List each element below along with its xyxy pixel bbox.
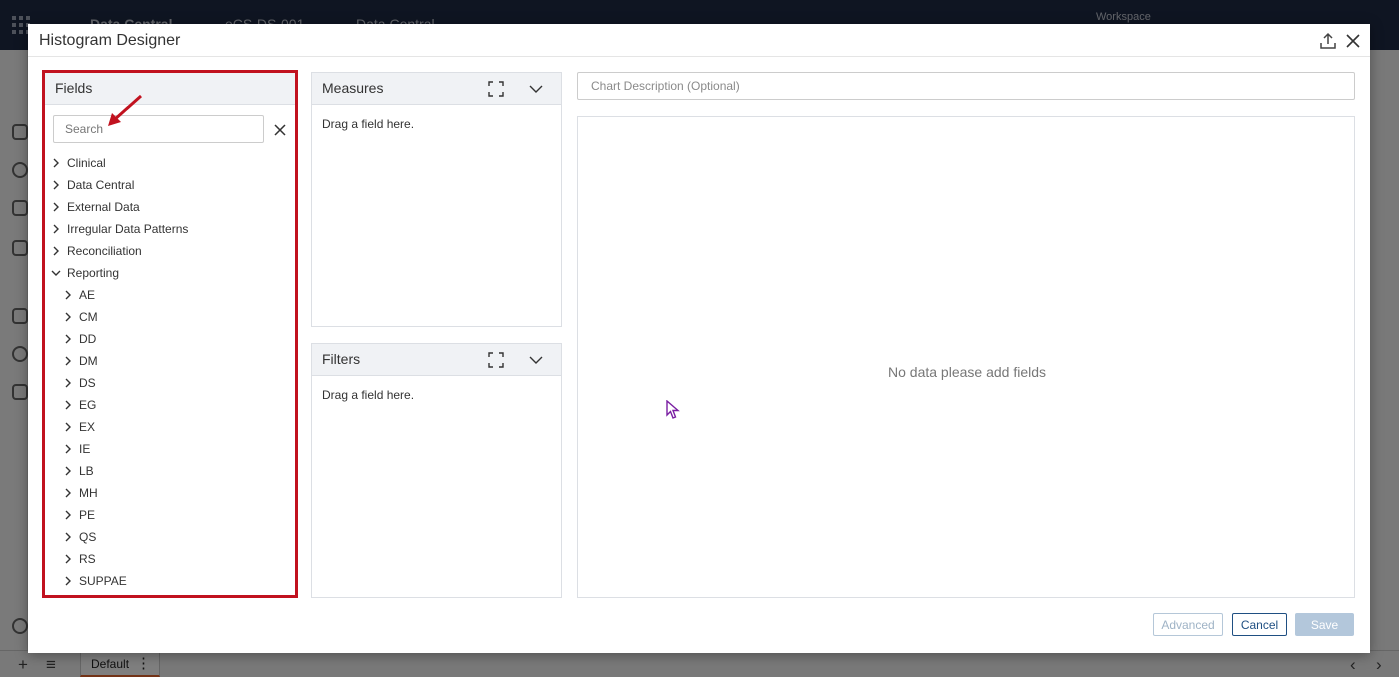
measures-title: Measures xyxy=(322,80,384,96)
filters-drop-hint: Drag a field here. xyxy=(322,388,415,402)
chart-preview-area: No data please add fields xyxy=(577,116,1355,598)
fields-title: Fields xyxy=(45,73,295,105)
tree-item-dd[interactable]: DD xyxy=(45,328,295,350)
expand-icon[interactable] xyxy=(488,352,504,368)
chevron-right-icon xyxy=(53,180,59,190)
chevron-right-icon xyxy=(65,356,71,366)
chevron-right-icon xyxy=(65,290,71,300)
chevron-down-icon xyxy=(51,270,61,276)
tree-item-data-central[interactable]: Data Central xyxy=(45,174,295,196)
tree-item-ae[interactable]: AE xyxy=(45,284,295,306)
chart-description-field xyxy=(577,72,1355,100)
tree-item-label: Reporting xyxy=(67,266,120,280)
chevron-right-icon xyxy=(53,158,59,168)
tree-item-external-data[interactable]: External Data xyxy=(45,196,295,218)
tree-item-label: QS xyxy=(79,530,97,544)
chart-description-input[interactable] xyxy=(578,73,1354,99)
chevron-right-icon xyxy=(65,378,71,388)
red-arrow-icon xyxy=(108,94,142,126)
save-button[interactable]: Save xyxy=(1295,613,1354,636)
chevron-right-icon xyxy=(65,488,71,498)
chevron-right-icon xyxy=(65,554,71,564)
tree-item-cm[interactable]: CM xyxy=(45,306,295,328)
chevron-right-icon xyxy=(65,576,71,586)
tree-item-label: DD xyxy=(79,332,97,346)
close-icon xyxy=(1346,34,1360,48)
tree-item-reconciliation[interactable]: Reconciliation xyxy=(45,240,295,262)
chevron-right-icon xyxy=(53,224,59,234)
chevron-down-icon[interactable] xyxy=(528,81,544,97)
tree-item-clinical[interactable]: Clinical xyxy=(45,152,295,174)
tree-item-reporting[interactable]: Reporting xyxy=(45,262,295,284)
fields-tree: Clinical Data Central External Data Irre… xyxy=(45,152,295,592)
histogram-designer-modal: Histogram Designer Fields Clinical xyxy=(28,24,1370,653)
tree-item-label: MH xyxy=(79,486,98,500)
chevron-down-icon[interactable] xyxy=(528,352,544,368)
chevron-right-icon xyxy=(53,202,59,212)
modal-header: Histogram Designer xyxy=(28,24,1370,57)
clear-search-icon[interactable] xyxy=(273,123,287,137)
advanced-button[interactable]: Advanced xyxy=(1153,613,1223,636)
tree-item-dm[interactable]: DM xyxy=(45,350,295,372)
tree-item-label: AE xyxy=(79,288,96,302)
chevron-right-icon xyxy=(65,422,71,432)
modal-title: Histogram Designer xyxy=(39,32,181,49)
filters-panel[interactable]: Filters Drag a field here. xyxy=(311,343,562,598)
tree-item-irregular-data-patterns[interactable]: Irregular Data Patterns xyxy=(45,218,295,240)
mouse-cursor-icon xyxy=(666,400,680,419)
measures-header: Measures xyxy=(312,73,561,105)
measures-panel[interactable]: Measures Drag a field here. xyxy=(311,72,562,327)
tree-item-rs[interactable]: RS xyxy=(45,548,295,570)
tree-item-mh[interactable]: MH xyxy=(45,482,295,504)
filters-header: Filters xyxy=(312,344,561,376)
export-button[interactable] xyxy=(1317,30,1339,52)
cancel-button[interactable]: Cancel xyxy=(1232,613,1287,636)
no-data-message: No data please add fields xyxy=(888,364,1046,380)
tree-item-label: SUPPAE xyxy=(79,574,127,588)
chevron-right-icon xyxy=(65,400,71,410)
tree-item-label: Reconciliation xyxy=(67,244,142,258)
tree-item-label: IE xyxy=(79,442,91,456)
tree-item-ie[interactable]: IE xyxy=(45,438,295,460)
chevron-right-icon xyxy=(65,466,71,476)
chevron-right-icon xyxy=(65,444,71,454)
tree-item-pe[interactable]: PE xyxy=(45,504,295,526)
tree-item-label: Data Central xyxy=(67,178,135,192)
close-button[interactable] xyxy=(1342,30,1364,52)
chevron-right-icon xyxy=(65,334,71,344)
chevron-right-icon xyxy=(65,312,71,322)
tree-item-lb[interactable]: LB xyxy=(45,460,295,482)
measures-drop-hint: Drag a field here. xyxy=(322,117,415,131)
tree-item-label: External Data xyxy=(67,200,140,214)
tree-item-label: DS xyxy=(79,376,96,390)
chevron-right-icon xyxy=(53,246,59,256)
tree-item-label: EG xyxy=(79,398,97,412)
tree-item-ds[interactable]: DS xyxy=(45,372,295,394)
tree-item-ex[interactable]: EX xyxy=(45,416,295,438)
tree-item-eg[interactable]: EG xyxy=(45,394,295,416)
tree-item-label: PE xyxy=(79,508,96,522)
tree-item-label: EX xyxy=(79,420,96,434)
tree-item-label: RS xyxy=(79,552,96,566)
tree-item-qs[interactable]: QS xyxy=(45,526,295,548)
chevron-right-icon xyxy=(65,510,71,520)
tree-item-label: Irregular Data Patterns xyxy=(67,222,189,236)
upload-icon xyxy=(1320,32,1336,49)
tree-item-label: CM xyxy=(79,310,98,324)
filters-title: Filters xyxy=(322,351,361,367)
tree-item-label: Clinical xyxy=(67,156,106,170)
tree-item-suppae[interactable]: SUPPAE xyxy=(45,570,295,592)
expand-icon[interactable] xyxy=(488,81,504,97)
tree-item-label: LB xyxy=(79,464,94,478)
tree-item-label: DM xyxy=(79,354,98,368)
chevron-right-icon xyxy=(65,532,71,542)
